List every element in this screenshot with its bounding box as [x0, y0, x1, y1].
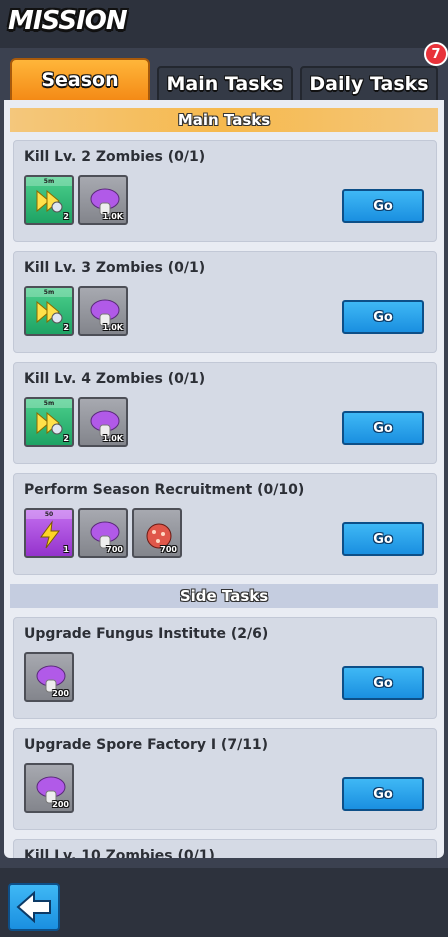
section-header-main: Main Tasks	[10, 108, 438, 132]
reward-qty: 700	[106, 545, 123, 554]
tab-main-tasks[interactable]: Main Tasks	[157, 66, 293, 102]
daily-tasks-badge: 7	[424, 42, 448, 66]
reward-qty: 1.0K	[102, 434, 123, 443]
tab-season[interactable]: Season	[10, 58, 150, 102]
reward-speedup[interactable]: 5m 2	[24, 286, 74, 336]
task-title: Kill Lv. 4 Zombies (0/1)	[24, 371, 206, 387]
task-card: Kill Lv. 10 Zombies (0/1)	[13, 839, 437, 858]
reward-mushroom[interactable]: 200	[24, 652, 74, 702]
reward-speedup[interactable]: 5m 2	[24, 175, 74, 225]
task-card: Upgrade Spore Factory I (7/11) 200 Go	[13, 728, 437, 830]
lightning-icon	[40, 520, 61, 549]
reward-qty: 200	[52, 689, 69, 698]
reward-mushroom[interactable]: 700	[78, 508, 128, 558]
reward-tag: 5m	[26, 399, 72, 408]
task-card: Kill Lv. 2 Zombies (0/1) 5m 2 1.0K Go	[13, 140, 437, 242]
tab-bar: Season Main Tasks Daily Tasks	[0, 58, 448, 102]
task-title: Perform Season Recruitment (0/10)	[24, 482, 305, 498]
tab-daily-tasks[interactable]: Daily Tasks	[300, 66, 438, 102]
reward-qty: 200	[52, 800, 69, 809]
go-button[interactable]: Go	[342, 522, 424, 556]
task-panel: Main Tasks Kill Lv. 2 Zombies (0/1) 5m 2…	[4, 100, 444, 858]
task-title: Kill Lv. 2 Zombies (0/1)	[24, 149, 206, 165]
reward-tag: 5m	[26, 288, 72, 297]
reward-qty: 1.0K	[102, 323, 123, 332]
reward-tag: 5m	[26, 177, 72, 186]
task-title: Upgrade Fungus Institute (2/6)	[24, 626, 269, 642]
reward-qty: 1	[63, 545, 69, 554]
reward-mushroom[interactable]: 1.0K	[78, 286, 128, 336]
reward-qty: 2	[63, 323, 69, 332]
task-card: Perform Season Recruitment (0/10) 50 1 7…	[13, 473, 437, 575]
go-button[interactable]: Go	[342, 411, 424, 445]
back-button[interactable]	[8, 883, 60, 931]
task-title: Kill Lv. 10 Zombies (0/1)	[24, 848, 215, 858]
reward-qty: 2	[63, 212, 69, 221]
reward-mushroom[interactable]: 1.0K	[78, 397, 128, 447]
reward-qty: 2	[63, 434, 69, 443]
section-header-side: Side Tasks	[10, 584, 438, 608]
reward-speedup[interactable]: 5m 2	[24, 397, 74, 447]
reward-qty: 1.0K	[102, 212, 123, 221]
reward-spore[interactable]: 700	[132, 508, 182, 558]
go-button[interactable]: Go	[342, 666, 424, 700]
task-title: Upgrade Spore Factory I (7/11)	[24, 737, 269, 753]
task-card: Kill Lv. 3 Zombies (0/1) 5m 2 1.0K Go	[13, 251, 437, 353]
page-title: MISSION	[8, 6, 128, 36]
reward-energy[interactable]: 50 1	[24, 508, 74, 558]
top-bar: MISSION	[0, 0, 448, 48]
back-arrow-icon	[16, 890, 51, 924]
task-card: Upgrade Fungus Institute (2/6) 200 Go	[13, 617, 437, 719]
reward-qty: 700	[160, 545, 177, 554]
reward-mushroom[interactable]: 1.0K	[78, 175, 128, 225]
fast-forward-icon	[36, 300, 63, 324]
reward-tag: 50	[26, 510, 72, 519]
go-button[interactable]: Go	[342, 777, 424, 811]
go-button[interactable]: Go	[342, 189, 424, 223]
go-button[interactable]: Go	[342, 300, 424, 334]
fast-forward-icon	[36, 189, 63, 213]
task-card: Kill Lv. 4 Zombies (0/1) 5m 2 1.0K Go	[13, 362, 437, 464]
bottom-bar	[0, 868, 448, 937]
task-title: Kill Lv. 3 Zombies (0/1)	[24, 260, 206, 276]
fast-forward-icon	[36, 411, 63, 435]
reward-mushroom[interactable]: 200	[24, 763, 74, 813]
